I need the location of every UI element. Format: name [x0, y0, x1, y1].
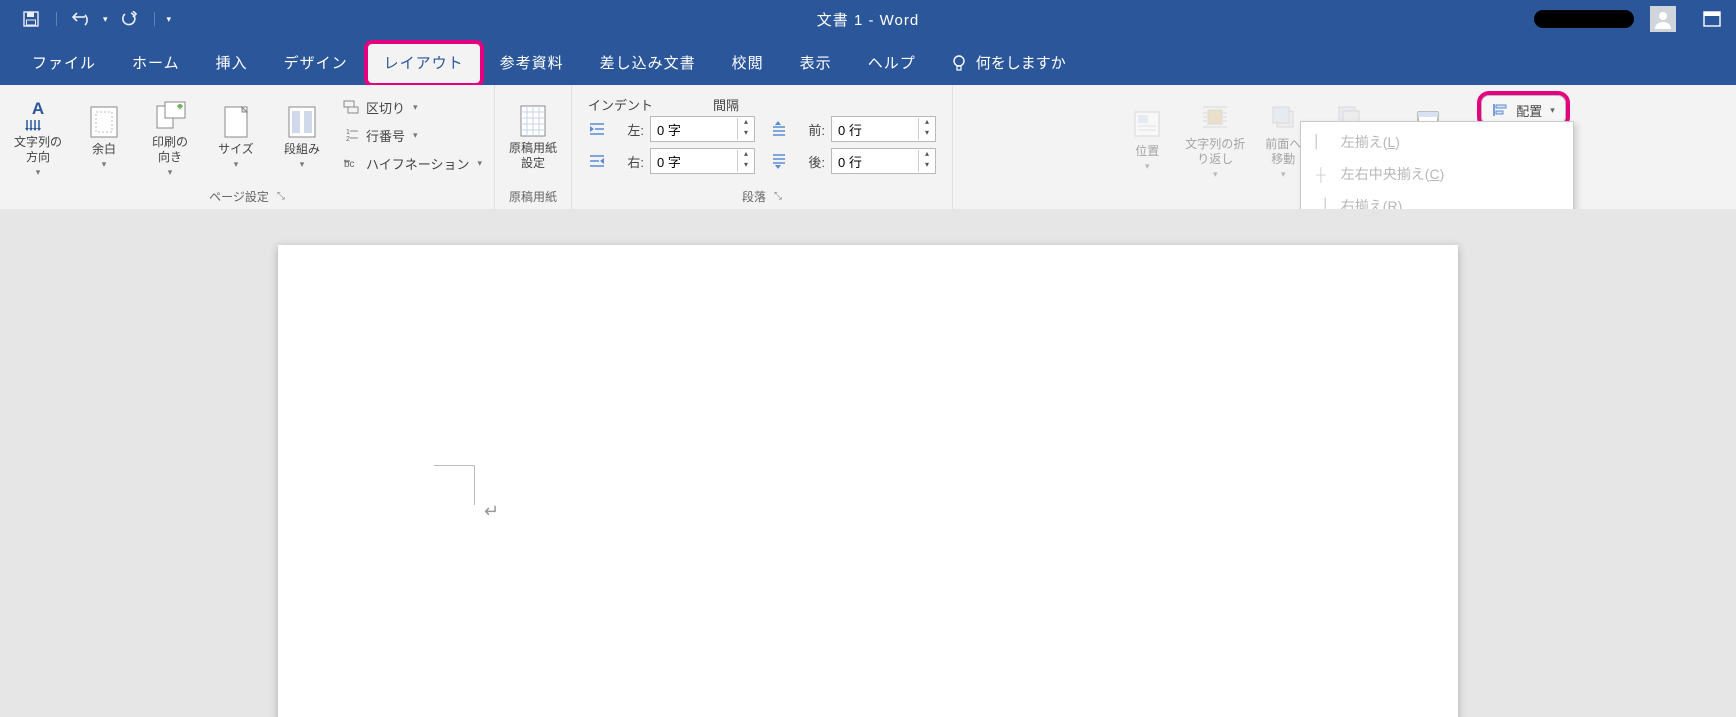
document-area[interactable]: ↵: [0, 209, 1736, 717]
qat-customize-dropdown[interactable]: ▾: [167, 14, 172, 25]
group-paragraph: インデント 間隔 左: ▴▾ 右: ▴▾: [572, 85, 953, 209]
spacing-after-input[interactable]: ▴▾: [831, 148, 936, 174]
ribbon-tabs: ファイル ホーム 挿入 デザイン レイアウト 参考資料 差し込み文書 校閲 表示…: [0, 38, 1736, 85]
page-setup-dialog-launcher[interactable]: ⤡: [277, 191, 285, 202]
undo-button[interactable]: [69, 6, 95, 32]
margins-icon: [86, 104, 122, 140]
lightbulb-icon: [950, 54, 968, 72]
indent-left-icon: [588, 121, 606, 137]
save-button[interactable]: [18, 6, 44, 32]
tell-me[interactable]: 何をしますか: [934, 42, 1082, 85]
position-button: 位置▾: [1115, 91, 1179, 187]
tab-layout[interactable]: レイアウト: [366, 42, 482, 85]
breaks-icon: [342, 98, 360, 116]
group-page-setup: A 文字列の 方向▾ 余白▾ 印刷の 向き▾ サイズ▾ 段組み▾: [0, 85, 495, 209]
tab-insert[interactable]: 挿入: [198, 42, 266, 85]
svg-text:2: 2: [346, 136, 350, 143]
page[interactable]: ↵: [278, 245, 1458, 717]
group-arrange: 位置▾ 文字列の折 り返し▾ 前面へ 移動▾ 背面へ 移動▾ オブジェクトの 選…: [953, 85, 1736, 209]
spacing-after-icon: [769, 153, 787, 169]
hyphenation-button[interactable]: bc ハイフネーション▾: [342, 151, 482, 175]
tab-view[interactable]: 表示: [782, 42, 850, 85]
size-button[interactable]: サイズ▾: [204, 89, 268, 185]
quick-access-toolbar: ▾ ▾: [0, 6, 171, 32]
menu-align-center-h: ┼左右中央揃え(C): [1301, 158, 1573, 190]
columns-button[interactable]: 段組み▾: [270, 89, 334, 185]
user-name-redacted: [1534, 10, 1634, 28]
hyphenation-icon: bc: [342, 154, 360, 172]
spacing-header: 間隔: [713, 95, 739, 114]
margin-corner-mark: [474, 465, 514, 505]
tab-mailings[interactable]: 差し込み文書: [582, 42, 714, 85]
position-icon: [1129, 106, 1165, 142]
manuscript-settings-button[interactable]: 原稿用紙 設定: [501, 89, 565, 185]
undo-dropdown[interactable]: ▾: [103, 14, 108, 25]
manuscript-icon: [515, 103, 551, 139]
user-avatar[interactable]: [1650, 6, 1676, 32]
undo-icon: [71, 11, 93, 27]
breaks-button[interactable]: 区切り▾: [342, 95, 482, 119]
indent-right-icon: [588, 153, 606, 169]
svg-text:1: 1: [346, 129, 350, 136]
ribbon-display-options[interactable]: [1702, 9, 1722, 29]
orientation-button[interactable]: 印刷の 向き▾: [138, 89, 202, 185]
window-controls: [1534, 6, 1736, 32]
paragraph-mark: ↵: [484, 501, 499, 522]
tab-references[interactable]: 参考資料: [482, 42, 582, 85]
align-left-icon: ▏: [1311, 132, 1331, 152]
group-manuscript: 原稿用紙 設定 原稿用紙: [495, 85, 572, 209]
columns-icon: [284, 104, 320, 140]
wrap-text-button: 文字列の折 り返し▾: [1181, 91, 1249, 187]
align-icon: [1492, 102, 1510, 118]
window-icon: [1702, 9, 1722, 29]
line-numbers-icon: 12: [342, 126, 360, 144]
spacing-before-input[interactable]: ▴▾: [831, 116, 936, 142]
margins-button[interactable]: 余白▾: [72, 89, 136, 185]
ribbon: A 文字列の 方向▾ 余白▾ 印刷の 向き▾ サイズ▾ 段組み▾: [0, 85, 1736, 210]
indent-left-input[interactable]: ▴▾: [650, 116, 755, 142]
redo-button[interactable]: [116, 6, 142, 32]
indent-header: インデント: [588, 95, 653, 114]
save-icon: [22, 10, 40, 28]
svg-text:A: A: [32, 99, 44, 118]
tab-review[interactable]: 校閲: [714, 42, 782, 85]
title-bar: ▾ ▾ 文書 1 - Word: [0, 0, 1736, 38]
tab-design[interactable]: デザイン: [266, 42, 366, 85]
size-icon: [218, 104, 254, 140]
indent-right-input[interactable]: ▴▾: [650, 148, 755, 174]
line-numbers-button[interactable]: 12 行番号▾: [342, 123, 482, 147]
text-direction-button[interactable]: A 文字列の 方向▾: [6, 89, 70, 185]
align-center-h-icon: ┼: [1311, 164, 1331, 184]
tab-help[interactable]: ヘルプ: [850, 42, 934, 85]
bring-forward-icon: [1265, 99, 1301, 135]
text-direction-icon: A: [20, 97, 56, 133]
tab-home[interactable]: ホーム: [114, 42, 198, 85]
redo-icon: [120, 11, 138, 27]
wrap-icon: [1197, 99, 1233, 135]
orientation-icon: [152, 97, 188, 133]
person-icon: [1653, 9, 1673, 29]
document-title: 文書 1 - Word: [817, 9, 919, 30]
tab-file[interactable]: ファイル: [14, 42, 114, 85]
paragraph-dialog-launcher[interactable]: ⤡: [774, 191, 782, 202]
menu-align-left: ▏左揃え(L): [1301, 126, 1573, 158]
spacing-before-icon: [769, 121, 787, 137]
